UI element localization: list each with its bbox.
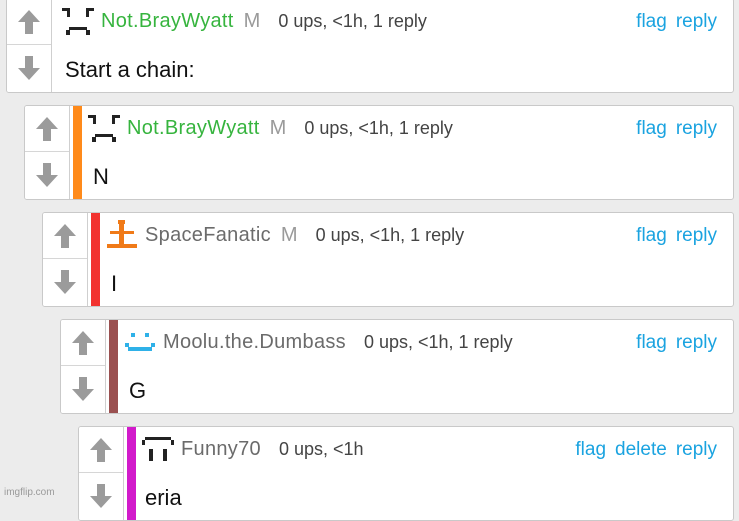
thread-stripe bbox=[91, 213, 100, 306]
flag-link[interactable]: flag bbox=[636, 11, 667, 33]
username-link[interactable]: Not.BrayWyatt bbox=[101, 10, 234, 33]
comment: SpaceFanatic M 0 ups, <1h, 1 reply flag … bbox=[42, 212, 734, 307]
ghost-face-icon bbox=[142, 436, 174, 461]
mod-badge: M bbox=[269, 117, 287, 139]
comment-meta: 0 ups, <1h bbox=[278, 439, 364, 459]
reply-link[interactable]: reply bbox=[676, 332, 717, 354]
downvote-button[interactable] bbox=[7, 45, 51, 90]
thread-stripe bbox=[127, 427, 136, 520]
comment-meta: 0 ups, <1h, 1 reply bbox=[315, 225, 465, 245]
arrow-up-icon bbox=[36, 116, 58, 141]
comment-meta: 0 ups, <1h, 1 reply bbox=[304, 118, 453, 138]
vote-column bbox=[25, 106, 70, 199]
username-link[interactable]: SpaceFanatic bbox=[145, 224, 271, 247]
arrow-down-icon bbox=[18, 55, 40, 80]
comment-actions: flag delete reply bbox=[566, 427, 717, 472]
flag-link[interactable]: flag bbox=[636, 332, 667, 354]
mod-badge: M bbox=[280, 224, 298, 246]
vote-column bbox=[79, 427, 124, 520]
comment-actions: flag reply bbox=[627, 213, 717, 258]
frown-face-icon bbox=[62, 7, 94, 35]
username-link[interactable]: Funny70 bbox=[181, 438, 261, 461]
downvote-button[interactable] bbox=[79, 473, 123, 518]
flag-link[interactable]: flag bbox=[636, 118, 667, 140]
comment-actions: flag reply bbox=[627, 106, 717, 151]
downvote-button[interactable] bbox=[61, 366, 105, 411]
upvote-button[interactable] bbox=[7, 0, 51, 45]
vote-column bbox=[43, 213, 88, 306]
thread-stripe bbox=[73, 106, 82, 199]
comment: Moolu.the.Dumbass 0 ups, <1h, 1 reply fl… bbox=[60, 319, 734, 414]
comment-text: Start a chain: bbox=[65, 57, 195, 82]
comment-text: eria bbox=[145, 485, 182, 510]
upvote-button[interactable] bbox=[61, 320, 105, 366]
arrow-down-icon bbox=[72, 376, 94, 401]
reply-link[interactable]: reply bbox=[676, 11, 717, 33]
reply-link[interactable]: reply bbox=[676, 118, 717, 140]
smile-face-icon bbox=[125, 332, 155, 351]
comment-meta: 0 ups, <1h, 1 reply bbox=[363, 332, 513, 352]
flag-link[interactable]: flag bbox=[636, 225, 667, 247]
delete-link[interactable]: delete bbox=[615, 439, 667, 461]
comment-actions: flag reply bbox=[627, 320, 717, 365]
arrow-up-icon bbox=[90, 437, 112, 462]
arrow-up-icon bbox=[72, 330, 94, 355]
upvote-button[interactable] bbox=[79, 427, 123, 473]
rocket-icon bbox=[107, 219, 137, 248]
comment-actions: flag reply bbox=[627, 0, 717, 44]
comment-meta: 0 ups, <1h, 1 reply bbox=[278, 11, 427, 31]
frown-face-icon bbox=[88, 114, 120, 142]
comment: Not.BrayWyatt M 0 ups, <1h, 1 reply flag… bbox=[6, 0, 734, 93]
upvote-button[interactable] bbox=[25, 106, 69, 152]
downvote-button[interactable] bbox=[43, 259, 87, 304]
comment: Not.BrayWyatt M 0 ups, <1h, 1 reply flag… bbox=[24, 105, 734, 200]
upvote-button[interactable] bbox=[43, 213, 87, 259]
arrow-down-icon bbox=[36, 162, 58, 187]
mod-badge: M bbox=[243, 10, 261, 32]
reply-link[interactable]: reply bbox=[676, 225, 717, 247]
comment-text: I bbox=[111, 271, 118, 296]
vote-column bbox=[61, 320, 106, 413]
arrow-up-icon bbox=[18, 9, 40, 34]
arrow-down-icon bbox=[90, 483, 112, 508]
thread-stripe bbox=[109, 320, 118, 413]
reply-link[interactable]: reply bbox=[676, 439, 717, 461]
username-link[interactable]: Moolu.the.Dumbass bbox=[163, 331, 346, 354]
arrow-down-icon bbox=[54, 269, 76, 294]
arrow-up-icon bbox=[54, 223, 76, 248]
watermark: imgflip.com bbox=[4, 487, 55, 498]
username-link[interactable]: Not.BrayWyatt bbox=[127, 117, 260, 140]
flag-link[interactable]: flag bbox=[575, 439, 606, 461]
comment-text: N bbox=[93, 164, 109, 189]
downvote-button[interactable] bbox=[25, 152, 69, 197]
comment-text: G bbox=[129, 378, 147, 403]
vote-column bbox=[7, 0, 52, 92]
comment: Funny70 0 ups, <1h flag delete reply eri… bbox=[78, 426, 734, 521]
